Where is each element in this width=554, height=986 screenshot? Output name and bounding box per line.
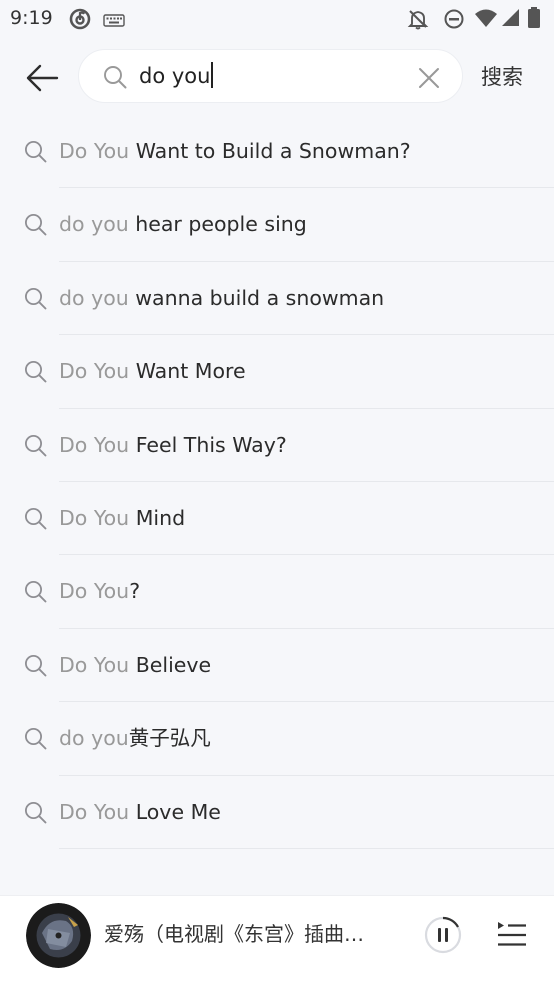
playlist-button[interactable] — [496, 919, 528, 953]
suggestion-query-match: Do You — [59, 432, 130, 457]
suggestion-completion: Want More — [129, 359, 246, 384]
suggestion-label: Do You Want More — [59, 357, 246, 385]
battery-icon — [527, 7, 541, 33]
suggestion-item[interactable]: do you黄子弘凡 — [0, 702, 554, 776]
suggestion-item[interactable]: Do You? — [0, 555, 554, 629]
suggestion-completion: wanna build a snowman — [128, 285, 385, 310]
search-icon — [24, 434, 47, 461]
suggestion-item[interactable]: Do You Believe — [0, 629, 554, 703]
suggestion-item[interactable]: Do You Love Me — [0, 776, 554, 849]
playlist-icon — [498, 922, 526, 946]
suggestion-label: Do You Love Me — [59, 798, 221, 826]
suggestion-completion: hear people sing — [128, 212, 307, 237]
suggestion-query-match: Do You — [59, 505, 130, 530]
suggestion-completion: ? — [129, 579, 141, 604]
status-bar: 9:19 — [0, 0, 554, 38]
suggestion-item[interactable]: Do You Mind — [0, 482, 554, 556]
suggestion-list: Do You Want to Build a Snowman? do you he… — [0, 115, 554, 849]
suggestion-query-match: do you — [59, 212, 129, 237]
pause-button[interactable] — [424, 916, 462, 958]
search-icon — [24, 507, 47, 534]
status-time: 9:19 — [10, 7, 53, 29]
wifi-icon — [474, 8, 498, 32]
suggestion-query-match: Do You — [59, 139, 130, 163]
search-icon — [24, 727, 47, 754]
suggestion-label: do you wanna build a snowman — [59, 284, 384, 312]
suggestion-query-match: Do You — [59, 652, 130, 677]
suggestion-item[interactable]: Do You Feel This Way? — [0, 409, 554, 482]
suggestion-completion: Mind — [129, 505, 186, 530]
album-art[interactable] — [26, 903, 91, 968]
signal-icon — [501, 8, 520, 31]
search-input[interactable]: do you — [78, 49, 463, 103]
suggestion-label: do you hear people sing — [59, 210, 307, 238]
suggestion-label: Do You Feel This Way? — [59, 431, 287, 459]
mini-player[interactable]: 爱殇（电视剧《东宫》插曲… — [0, 895, 554, 986]
netease-music-icon — [69, 8, 91, 34]
divider — [59, 847, 554, 849]
suggestion-item[interactable]: Do You Want to Build a Snowman? — [0, 115, 554, 189]
suggestion-query-match: Do You — [59, 359, 130, 384]
suggestion-query-match: do you — [59, 285, 129, 310]
search-icon — [24, 654, 47, 681]
suggestion-label: Do You Believe — [59, 651, 211, 679]
search-icon — [24, 213, 47, 240]
search-query[interactable]: do you — [139, 62, 213, 90]
suggestion-completion: Love Me — [129, 799, 221, 824]
search-icon — [24, 360, 47, 387]
clear-button[interactable] — [415, 64, 443, 92]
mute-icon — [407, 8, 429, 34]
search-button[interactable]: 搜索 — [481, 62, 523, 92]
suggestion-label: Do You Want to Build a Snowman? — [59, 137, 411, 165]
search-header: do you 搜索 — [0, 38, 554, 118]
search-icon — [24, 801, 47, 828]
suggestion-item[interactable]: do you hear people sing — [0, 188, 554, 262]
suggestion-query-match: Do You — [59, 799, 130, 824]
back-button[interactable] — [22, 58, 62, 98]
do-not-disturb-icon — [443, 8, 465, 34]
suggestion-query-match: Do You — [59, 579, 130, 604]
search-icon — [24, 287, 47, 314]
search-icon — [24, 140, 47, 167]
suggestion-completion: Want to Build a Snowman? — [129, 139, 411, 163]
suggestion-query-match: do you — [59, 726, 129, 751]
suggestion-label: Do You? — [59, 577, 140, 605]
suggestion-item[interactable]: Do You Want More — [0, 335, 554, 409]
close-icon — [419, 68, 439, 88]
suggestion-item[interactable]: do you wanna build a snowman — [0, 262, 554, 336]
suggestion-label: do you黄子弘凡 — [59, 724, 211, 752]
arrow-left-icon — [26, 64, 59, 92]
pause-icon — [424, 916, 462, 954]
suggestion-completion: 黄子弘凡 — [128, 726, 211, 751]
search-icon — [103, 65, 127, 93]
now-playing-title[interactable]: 爱殇（电视剧《东宫》插曲… — [104, 920, 364, 948]
suggestion-completion: Feel This Way? — [129, 432, 287, 457]
suggestion-completion: Believe — [129, 652, 212, 677]
search-icon — [24, 580, 47, 607]
keyboard-icon — [103, 12, 125, 31]
text-caret — [211, 62, 213, 88]
suggestion-label: Do You Mind — [59, 504, 185, 532]
